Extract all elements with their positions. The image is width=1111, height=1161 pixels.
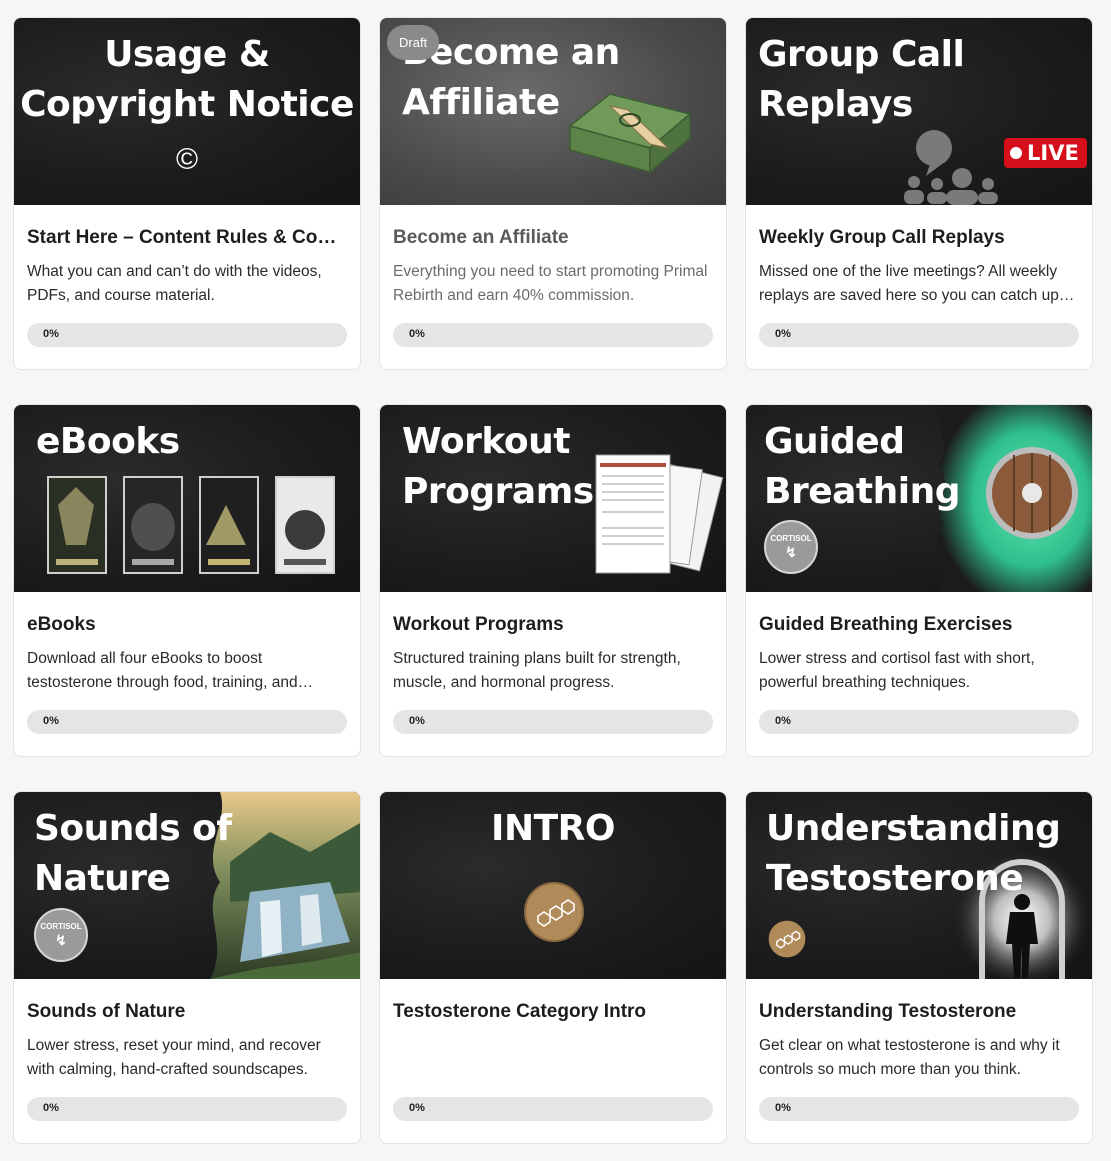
- course-card-understanding-testosterone[interactable]: Understanding Testosterone Understanding…: [745, 791, 1093, 1144]
- live-label: LIVE: [1027, 141, 1079, 165]
- progress-label: 0%: [43, 328, 59, 340]
- draft-badge: Draft: [387, 25, 440, 60]
- course-thumbnail: Group Call Replays LIVE: [746, 18, 1092, 205]
- progress-bar: 0%: [27, 710, 347, 734]
- zigzag-down-icon: ↯: [785, 544, 797, 560]
- course-card-guided-breathing[interactable]: Guided Breathing CORTISOL ↯ Guided Breat…: [745, 404, 1093, 757]
- live-dot-icon: [1010, 147, 1022, 159]
- cortisol-label: CORTISOL: [770, 534, 812, 543]
- card-title: Testosterone Category Intro: [393, 1001, 647, 1022]
- card-title: Guided Breathing Exercises: [759, 614, 1013, 635]
- card-description: Missed one of the live meetings? All wee…: [759, 263, 1059, 304]
- progress-label: 0%: [775, 328, 791, 340]
- course-card-affiliate[interactable]: Draft Become an Affiliate Become an Affi…: [379, 17, 727, 370]
- thumbnail-title: Group Call Replays: [758, 34, 965, 125]
- card-description: What you can and can’t do with the video…: [27, 263, 322, 304]
- course-thumbnail: INTRO: [380, 792, 726, 979]
- thumbnail-title: Sounds of Nature: [34, 808, 232, 899]
- course-grid: Usage & Copyright Notice © Start Here – …: [0, 0, 1111, 1161]
- course-card-ebooks[interactable]: eBooks eBooks Download all four eBooks t…: [13, 404, 361, 757]
- course-card-sounds-of-nature[interactable]: Sounds of Nature CORTISOL ↯ Sounds of Na…: [13, 791, 361, 1144]
- course-card-group-calls[interactable]: Group Call Replays LIVE Weekly Group Cal…: [745, 17, 1093, 370]
- ebook-covers-icon: [47, 476, 335, 574]
- progress-bar: 0%: [27, 1097, 347, 1121]
- progress-bar: 0%: [393, 1097, 713, 1121]
- progress-label: 0%: [775, 715, 791, 727]
- card-description: [393, 1034, 713, 1082]
- card-description: Lower stress and cortisol fast with shor…: [759, 650, 1035, 691]
- thumbnail-title: eBooks: [36, 421, 180, 462]
- card-title: Become an Affiliate: [393, 227, 569, 248]
- progress-bar: 0%: [27, 323, 347, 347]
- thumbnail-title: Workout Programs: [402, 421, 594, 512]
- course-card-testosterone-intro[interactable]: INTRO Testosterone Category Intro 0%: [379, 791, 727, 1144]
- progress-bar: 0%: [759, 1097, 1079, 1121]
- card-title: Workout Programs: [393, 614, 564, 635]
- money-stack-icon: [568, 93, 692, 174]
- course-thumbnail: Guided Breathing CORTISOL ↯: [746, 405, 1092, 592]
- progress-bar: 0%: [759, 710, 1079, 734]
- live-badge: LIVE: [1004, 138, 1087, 168]
- workout-sheets-icon: [595, 454, 724, 574]
- card-description: Everything you need to start promoting P…: [393, 263, 708, 304]
- course-thumbnail: eBooks: [14, 405, 360, 592]
- progress-label: 0%: [409, 328, 425, 340]
- course-thumbnail: Sounds of Nature CORTISOL ↯: [14, 792, 360, 979]
- card-title: Sounds of Nature: [27, 1001, 186, 1022]
- progress-bar: 0%: [393, 710, 713, 734]
- thumbnail-title: Usage & Copyright Notice: [20, 34, 354, 125]
- cortisol-down-badge: CORTISOL ↯: [764, 520, 818, 574]
- card-description: Get clear on what testosterone is and wh…: [759, 1037, 1060, 1078]
- course-card-copyright[interactable]: Usage & Copyright Notice © Start Here – …: [13, 17, 361, 370]
- course-thumbnail: Understanding Testosterone: [746, 792, 1092, 979]
- progress-label: 0%: [775, 1102, 791, 1114]
- wooden-shield-icon: [986, 447, 1078, 539]
- course-thumbnail: Usage & Copyright Notice ©: [14, 18, 360, 205]
- card-title: Understanding Testosterone: [759, 1001, 1017, 1022]
- course-card-workout-programs[interactable]: Workout Programs Workout Programs Struct…: [379, 404, 727, 757]
- card-title: eBooks: [27, 614, 96, 635]
- cortisol-label: CORTISOL: [40, 922, 82, 931]
- thumbnail-title: Guided Breathing: [764, 421, 960, 512]
- progress-label: 0%: [43, 715, 59, 727]
- progress-label: 0%: [409, 715, 425, 727]
- progress-label: 0%: [409, 1102, 425, 1114]
- course-thumbnail: Workout Programs: [380, 405, 726, 592]
- card-description: Download all four eBooks to boost testos…: [27, 650, 298, 691]
- card-title: Start Here – Content Rules & Copyright: [27, 227, 347, 248]
- molecule-coin-icon: [768, 920, 806, 958]
- group-people-icon: [904, 130, 998, 205]
- cortisol-down-badge: CORTISOL ↯: [34, 908, 88, 962]
- thumbnail-title: Understanding Testosterone: [766, 808, 1061, 899]
- progress-label: 0%: [43, 1102, 59, 1114]
- zigzag-down-icon: ↯: [55, 932, 67, 948]
- progress-bar: 0%: [759, 323, 1079, 347]
- molecule-coin-icon: [524, 882, 584, 942]
- progress-bar: 0%: [393, 323, 713, 347]
- card-title: Weekly Group Call Replays: [759, 227, 1005, 248]
- card-description: Structured training plans built for stre…: [393, 650, 681, 691]
- copyright-icon: ©: [175, 143, 199, 176]
- thumbnail-title: INTRO: [491, 808, 615, 849]
- card-description: Lower stress, reset your mind, and recov…: [27, 1037, 321, 1078]
- course-thumbnail: Draft Become an Affiliate: [380, 18, 726, 205]
